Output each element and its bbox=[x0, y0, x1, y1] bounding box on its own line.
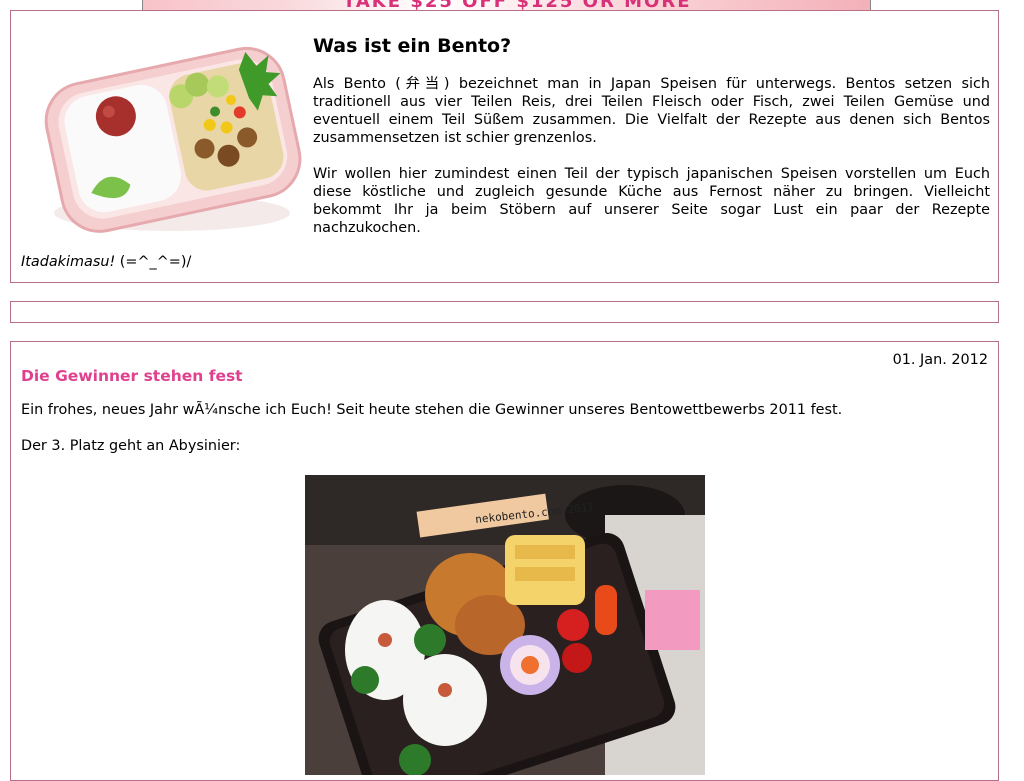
intro-paragraph: Als Bento (弁当) bezeichnet man in Japan S… bbox=[313, 76, 990, 146]
intro-text: Als Bento (弁当) bezeichnet man in Japan S… bbox=[313, 75, 990, 255]
intro-title: Was ist ein Bento? bbox=[313, 35, 512, 57]
winner-bento-photo[interactable]: nekobento.com 2011 bbox=[305, 475, 705, 775]
empty-box bbox=[10, 301, 999, 323]
post-text: Ein frohes, neues Jahr wÃ¼nsche ich Euch… bbox=[21, 402, 843, 418]
intro-paragraph: Wir wollen hier zumindest einen Teil der… bbox=[313, 166, 990, 236]
intro-box: Was ist ein Bento? Als Bento (弁当) bezeic… bbox=[10, 10, 999, 283]
post-text: Der 3. Platz geht an Abysinier: bbox=[21, 438, 241, 454]
signature-greeting: Itadakimasu! bbox=[21, 254, 116, 270]
signature-emoticon: (=^_^=)/ bbox=[115, 254, 192, 270]
bento-box-image bbox=[44, 46, 302, 233]
blog-post: 01. Jan. 2012 Die Gewinner stehen fest E… bbox=[10, 341, 999, 781]
post-title[interactable]: Die Gewinner stehen fest bbox=[21, 367, 243, 385]
signature: Itadakimasu! (=^_^=)/ bbox=[21, 254, 191, 270]
post-date: 01. Jan. 2012 bbox=[892, 352, 988, 368]
